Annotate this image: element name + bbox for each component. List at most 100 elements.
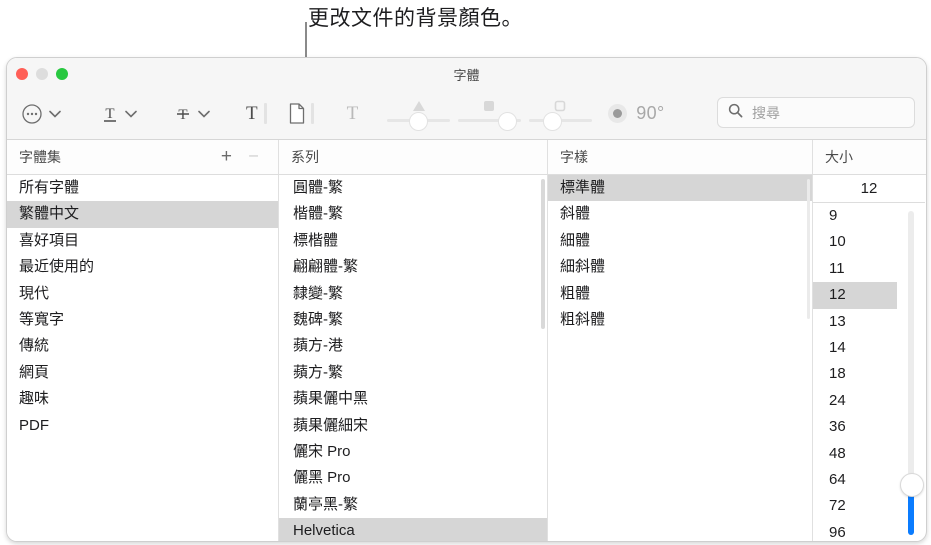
size-slider-knob[interactable] <box>900 473 924 497</box>
collection-row[interactable]: 傳統 <box>7 333 278 359</box>
size-row[interactable]: 14 <box>813 335 897 361</box>
family-row[interactable]: 儷宋 Pro <box>279 439 547 465</box>
collection-row[interactable]: 現代 <box>7 281 278 307</box>
search-field[interactable]: 搜尋 <box>717 97 915 128</box>
document-background-swatch[interactable] <box>310 103 314 124</box>
underline-icon[interactable]: T <box>101 103 119 125</box>
text-shadow-button[interactable]: T <box>347 104 359 123</box>
text-color-icon[interactable]: T <box>246 104 258 123</box>
size-row[interactable]: 64 <box>813 467 897 493</box>
size-row[interactable]: 10 <box>813 229 897 255</box>
collection-row[interactable]: 網頁 <box>7 360 278 386</box>
collection-row[interactable]: PDF <box>7 413 278 439</box>
text-color-swatch[interactable] <box>263 103 267 124</box>
typeface-row[interactable]: 粗斜體 <box>548 307 812 333</box>
family-label: 圓體-繁 <box>293 179 343 196</box>
size-row[interactable]: 96 <box>813 520 897 541</box>
slider-knob[interactable] <box>498 111 518 131</box>
typeface-row[interactable]: 細斜體 <box>548 254 812 280</box>
collection-row[interactable]: 繁體中文 <box>7 201 278 228</box>
family-row[interactable]: 儷黑 Pro <box>279 465 547 491</box>
column-header-typeface-label: 字樣 <box>560 149 588 165</box>
size-label: 48 <box>829 444 846 462</box>
search-placeholder[interactable]: 搜尋 <box>752 103 780 123</box>
slider-knob[interactable] <box>409 111 429 131</box>
size-row[interactable]: 12 <box>813 282 897 309</box>
family-row[interactable]: 蘋果儷細宋 <box>279 413 547 439</box>
document-page-icon[interactable] <box>289 103 305 124</box>
typeface-list[interactable]: 標準體 斜體細體細斜體 粗體粗斜體 <box>547 175 812 541</box>
size-row[interactable]: 24 <box>813 388 897 414</box>
chevron-down-icon[interactable] <box>125 110 137 118</box>
slider-knob[interactable] <box>543 111 563 131</box>
size-row[interactable]: 72 <box>813 493 897 519</box>
typeface-row[interactable]: 細體 <box>548 228 812 254</box>
size-row[interactable]: 48 <box>813 441 897 467</box>
typeface-label: 粗斜體 <box>560 310 606 328</box>
chevron-down-icon[interactable] <box>49 110 61 118</box>
typeface-row[interactable]: 斜體 <box>548 201 812 227</box>
family-row[interactable]: 魏碑-繁 <box>279 307 547 333</box>
font-panel-window: 字體 T T T T 90° 搜尋 字體集 + – 系列 字樣 大小 所有字體 … <box>6 57 927 542</box>
collection-row[interactable]: 等寬字 <box>7 307 278 333</box>
column-header-family: 系列 <box>278 140 547 174</box>
window-titlebar: 字體 <box>7 58 926 88</box>
strikethrough-group[interactable]: T <box>174 103 210 125</box>
family-row[interactable]: 標楷體 <box>279 228 547 254</box>
typeface-row[interactable]: 標準體 <box>548 175 812 202</box>
angle-dial-icon[interactable] <box>608 104 628 123</box>
size-body: 9 10 11 12 13 14 18 24 36 48 64 72 96 <box>813 203 925 541</box>
collection-label: 趣味 <box>19 390 50 408</box>
family-row[interactable]: Helvetica <box>279 518 547 541</box>
underline-group[interactable]: T <box>101 103 137 125</box>
shadow-opacity-slider[interactable] <box>387 99 451 131</box>
shadow-offset-slider[interactable] <box>529 99 593 131</box>
typeface-scrollbar[interactable] <box>807 179 810 319</box>
family-label: 標楷體 <box>293 231 339 249</box>
size-list[interactable]: 9 10 11 12 13 14 18 24 36 48 64 72 96 <box>813 203 897 541</box>
size-column[interactable]: 12 9 10 11 12 13 14 18 24 36 48 64 72 96 <box>812 175 925 541</box>
shadow-icon[interactable]: T <box>347 104 359 123</box>
family-list[interactable]: 圓體-繁楷體-繁標楷體翩翩體-繁 隸變-繁 魏碑-繁 蘋方-港蘋方-繁蘋果儷中黑蘋果儷… <box>278 175 547 541</box>
text-color-button[interactable]: T <box>246 103 267 124</box>
chevron-down-icon[interactable] <box>198 110 210 118</box>
column-header-size-label: 大小 <box>825 149 853 165</box>
shadow-angle-control[interactable]: 90° <box>608 103 664 124</box>
family-label: 蘋果儷細宋 <box>293 416 369 434</box>
typeface-row[interactable]: 粗體 <box>548 281 812 307</box>
collections-list[interactable]: 所有字體 繁體中文喜好項目最近使用的 現代等寬字傳統 網頁趣味 PDF <box>7 175 278 541</box>
family-scrollbar[interactable] <box>541 179 545 329</box>
remove-collection-button[interactable]: – <box>249 148 258 164</box>
family-row[interactable]: 蘋方-繁 <box>279 360 547 386</box>
document-background-color-button[interactable] <box>289 103 314 124</box>
collection-row[interactable]: 喜好項目 <box>7 228 278 254</box>
collection-row[interactable]: 趣味 <box>7 386 278 412</box>
size-row[interactable]: 18 <box>813 361 897 387</box>
action-menu-group[interactable] <box>21 103 61 125</box>
size-row[interactable]: 13 <box>813 309 897 335</box>
family-label: 蘋方-繁 <box>293 363 343 381</box>
collection-label: 等寬字 <box>19 310 65 328</box>
family-row[interactable]: 蘋方-港 <box>279 333 547 359</box>
collection-row[interactable]: 所有字體 <box>7 175 278 201</box>
collection-label: 喜好項目 <box>19 231 80 249</box>
family-row[interactable]: 翩翩體-繁 <box>279 254 547 280</box>
family-row[interactable]: 蘭亭黑-繁 <box>279 492 547 518</box>
family-label: 儷宋 Pro <box>293 442 351 460</box>
typeface-label: 細體 <box>560 231 591 249</box>
family-row[interactable]: 圓體-繁 <box>279 175 547 201</box>
size-row[interactable]: 11 <box>813 256 897 282</box>
family-row[interactable]: 隸變-繁 <box>279 281 547 307</box>
strikethrough-icon[interactable]: T <box>174 103 192 125</box>
size-row[interactable]: 36 <box>813 414 897 440</box>
size-value-field[interactable]: 12 <box>813 175 925 203</box>
family-row[interactable]: 蘋果儷中黑 <box>279 386 547 412</box>
add-collection-button[interactable]: + <box>221 147 232 166</box>
size-label: 96 <box>829 523 846 541</box>
collection-row[interactable]: 最近使用的 <box>7 254 278 280</box>
shadow-blur-slider[interactable] <box>458 99 522 131</box>
family-row[interactable]: 楷體-繁 <box>279 201 547 227</box>
size-row[interactable]: 9 <box>813 203 897 229</box>
size-slider[interactable] <box>897 203 925 541</box>
action-menu-icon[interactable] <box>21 103 43 125</box>
